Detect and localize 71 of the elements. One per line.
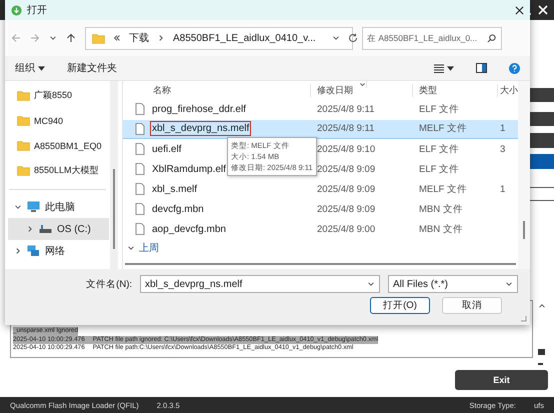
file-row[interactable]: aop_devcfg.mbn 2025/4/8 9:00 MBN 文件 <box>123 220 518 239</box>
search-field[interactable]: 在 A8550BF1_LE_aidlux_0... <box>362 26 502 50</box>
file-type-dropdown[interactable]: All Files (*.*) <box>388 275 518 293</box>
breadcrumb-item[interactable]: A8550BF1_LE_aidlux_0410_v... <box>173 32 316 44</box>
chevron-right-icon <box>157 34 165 42</box>
network-icon <box>27 245 40 257</box>
caret-icon <box>38 66 45 70</box>
chevron-down-icon <box>367 280 375 288</box>
dialog-title: 打开 <box>27 4 47 17</box>
breadcrumb-item[interactable]: 下载 <box>129 31 149 45</box>
file-icon <box>135 223 145 236</box>
folder-icon <box>17 115 30 126</box>
column-header[interactable]: 修改日期 <box>311 84 413 96</box>
file-row[interactable]: devcfg.mbn 2025/4/8 9:09 MBN 文件 <box>123 200 518 219</box>
monitor-icon <box>27 201 40 213</box>
tree-item[interactable]: OS (C:) <box>8 218 109 240</box>
quick-access-item[interactable]: 广颖8550 <box>5 83 110 108</box>
chevron-down-icon <box>505 280 513 288</box>
view-list-icon[interactable] <box>434 64 444 72</box>
exit-button[interactable]: Exit <box>455 370 548 390</box>
column-header[interactable]: 大小 <box>498 84 518 96</box>
file-icon <box>135 143 145 156</box>
folder-icon <box>17 165 30 176</box>
caret-icon[interactable] <box>447 66 454 70</box>
download-icon <box>11 4 22 16</box>
chevron-icon <box>127 244 135 252</box>
quick-access-item[interactable]: MC940 <box>5 108 110 133</box>
chevron-right-icon <box>14 247 22 255</box>
chevron-down-icon <box>332 34 340 42</box>
group-header[interactable]: 上周 <box>123 239 518 257</box>
file-row[interactable]: xbl_s_devprg_ns.melf 2025/4/8 9:11 MELF 文件 1 <box>123 120 518 139</box>
column-header[interactable]: 名称 <box>123 84 311 96</box>
filename-label: 文件名(N): <box>86 278 132 290</box>
chevron-down-icon <box>14 203 22 211</box>
file-icon <box>135 203 145 216</box>
resize-grip-icon[interactable] <box>520 315 527 322</box>
scroll-thumb-icon[interactable] <box>538 349 545 355</box>
preview-pane-icon[interactable] <box>476 63 487 73</box>
scrollbar[interactable] <box>110 81 118 269</box>
file-icon <box>135 163 145 176</box>
scrollbar[interactable] <box>518 81 530 269</box>
dialog-button[interactable]: 打开(O) <box>370 297 430 314</box>
folder-icon <box>17 90 30 101</box>
sort-icon <box>359 81 366 88</box>
dialog-button[interactable]: 取消 <box>442 297 502 314</box>
filename-field[interactable]: xbl_s_devprg_ns.melf <box>140 275 380 293</box>
folder-icon <box>17 140 30 151</box>
new-folder-button[interactable]: 新建文件夹 <box>67 61 117 75</box>
chevron-right-icon <box>26 225 34 233</box>
quick-access-item[interactable]: A8550BM1_EQ0 <box>5 133 110 158</box>
close-icon[interactable] <box>515 6 524 14</box>
help-icon[interactable] <box>509 62 520 74</box>
folder-icon <box>92 32 105 44</box>
file-row[interactable]: xbl_s.melf 2025/4/8 9:09 MELF 文件 1 <box>123 180 518 199</box>
quick-access-item[interactable]: 8550LLM大模型 <box>5 158 110 183</box>
file-row[interactable]: prog_firehose_ddr.elf 2025/4/8 9:11 ELF 文件 <box>123 100 518 119</box>
recent-dropdown-icon <box>49 34 57 42</box>
up-arrow-icon[interactable] <box>66 33 76 43</box>
double-chevron-icon <box>113 34 121 42</box>
file-icon <box>135 122 145 135</box>
scroll-up-icon <box>538 302 546 310</box>
search-icon <box>487 34 496 42</box>
drive-icon <box>39 224 52 234</box>
tree-item[interactable]: 此电脑 <box>8 196 109 218</box>
horizontal-scrollbar[interactable] <box>125 263 516 265</box>
refresh-icon[interactable] <box>348 33 358 43</box>
tree-item[interactable]: 网络 <box>8 240 109 262</box>
file-icon <box>135 103 145 116</box>
organize-menu[interactable]: 组织 <box>15 61 45 75</box>
column-header[interactable]: 类型 <box>413 84 498 96</box>
file-icon <box>135 183 145 196</box>
